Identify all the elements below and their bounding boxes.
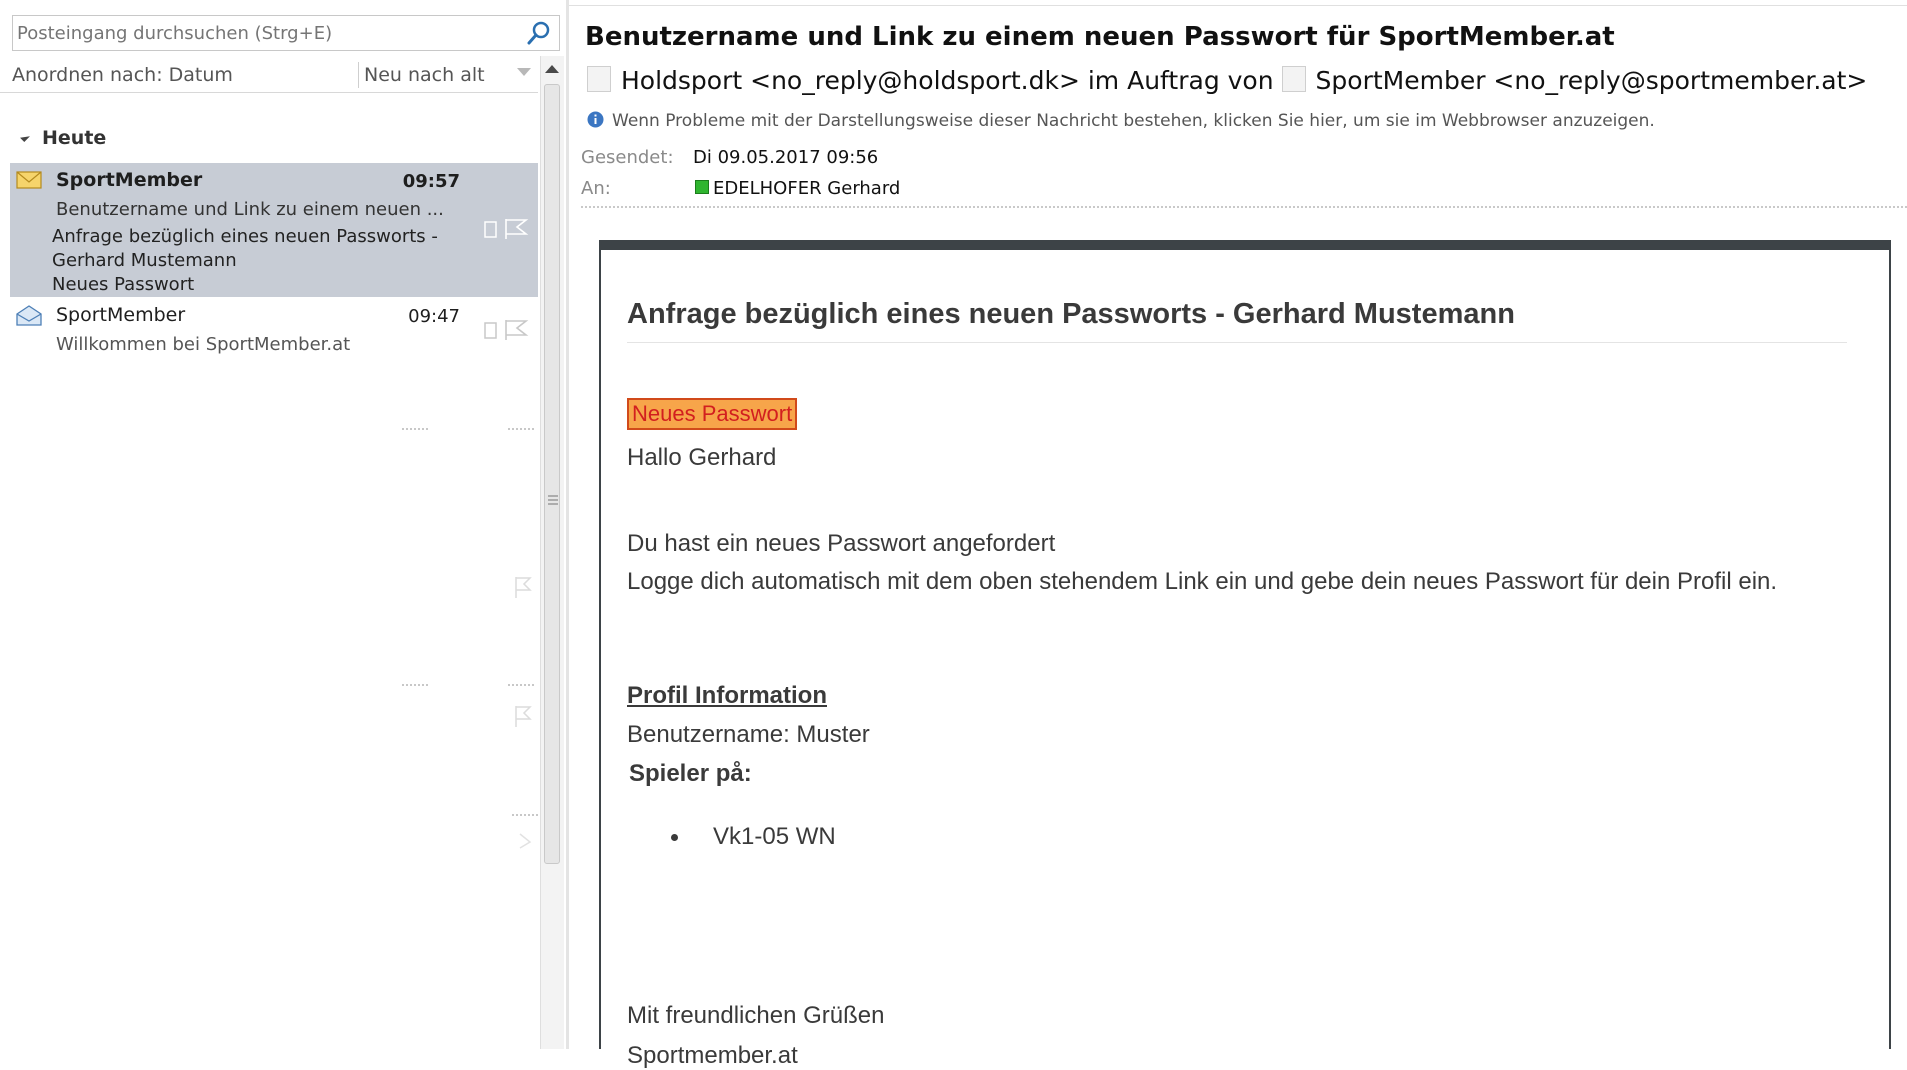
new-password-button[interactable]: Neues Passwort <box>627 398 798 430</box>
search-box[interactable] <box>12 15 560 51</box>
recipient[interactable]: EDELHOFER Gerhard <box>695 178 900 199</box>
mail-sender: SportMember <box>56 304 186 326</box>
mail-subject: Willkommen bei SportMember.at <box>56 334 351 355</box>
mail-time: 09:57 <box>402 171 460 192</box>
mail-title: Benutzername und Link zu einem neuen Pas… <box>585 22 1615 52</box>
flag-icon <box>515 706 532 727</box>
ghost-separator <box>402 684 428 688</box>
collapse-arrow-icon[interactable] <box>20 131 30 142</box>
mail-preview: Anfrage bezüglich eines neuen Passworts … <box>52 225 492 297</box>
scroll-up-arrow-icon[interactable] <box>541 58 563 80</box>
mail-subject: Benutzername und Link zu einem neuen ... <box>56 199 444 220</box>
contact-picture-icon[interactable] <box>1281 66 1306 92</box>
flag-icon <box>515 577 532 598</box>
ghost-separator <box>402 428 428 432</box>
header-separator <box>581 206 1907 208</box>
presence-icon <box>695 180 709 194</box>
search-icon[interactable] <box>525 19 553 47</box>
on-behalf-text: im Auftrag von <box>1087 66 1274 95</box>
message-body: Anfrage bezüglich eines neuen Passworts … <box>599 240 1891 1069</box>
heading-rule <box>627 342 1847 343</box>
flag-icon <box>519 833 532 849</box>
sort-bar: Anordnen nach: Datum Neu nach alt <box>0 56 538 93</box>
mail-preview-line: Anfrage bezüglich eines neuen Passworts … <box>52 226 438 247</box>
body-line: Logge dich automatisch mit dem oben steh… <box>627 568 1778 595</box>
body-line: Du hast ein neues Passwort angefordert <box>627 530 1056 557</box>
sort-by-button[interactable]: Anordnen nach: Datum <box>12 64 233 86</box>
read-envelope-icon <box>16 305 42 326</box>
signature: Sportmember.at <box>627 1042 798 1069</box>
mail-list-scrollbar[interactable] <box>540 56 564 1049</box>
team-list-item: Vk1-05 WN <box>713 823 836 850</box>
profile-info-heading: Profil Information <box>627 682 827 709</box>
sender-address[interactable]: Holdsport <no_reply@holdsport.dk> <box>621 66 1080 95</box>
mail-preview-line: Neues Passwort <box>52 274 195 295</box>
sent-value: Di 09.05.2017 09:56 <box>693 147 879 168</box>
greeting: Hallo Gerhard <box>627 444 777 471</box>
info-bar-text: Wenn Probleme mit der Darstellungsweise … <box>612 111 1655 131</box>
player-label: Spieler på: <box>629 760 752 787</box>
mail-time: 09:47 <box>408 306 460 327</box>
mail-sender: SportMember <box>56 169 203 191</box>
reading-pane: Benutzername und Link zu einem neuen Pas… <box>569 0 1907 1069</box>
message-heading: Anfrage bezüglich eines neuen Passworts … <box>627 298 1515 330</box>
unread-envelope-icon <box>16 171 42 189</box>
scroll-thumb[interactable] <box>544 84 560 864</box>
bullet-icon <box>671 834 678 841</box>
top-border <box>569 5 1907 6</box>
ghost-separator <box>512 814 538 818</box>
closing-line: Mit freundlichen Grüßen <box>627 1002 885 1029</box>
sort-divider <box>358 62 359 88</box>
group-label: Heute <box>42 127 107 149</box>
chevron-down-icon[interactable] <box>516 66 532 78</box>
recipient-name: EDELHOFER Gerhard <box>713 178 901 199</box>
ghost-separator <box>508 428 534 432</box>
from-address[interactable]: SportMember <no_reply@sportmember.at> <box>1316 66 1868 95</box>
username-line: Benutzername: Muster <box>627 721 870 748</box>
category-flag-icon[interactable] <box>482 314 532 344</box>
sent-label: Gesendet: <box>581 147 674 168</box>
contact-picture-icon[interactable] <box>587 66 611 92</box>
to-label: An: <box>581 178 611 199</box>
info-icon <box>587 111 604 127</box>
category-flag-icon[interactable] <box>482 213 532 243</box>
ghost-separator <box>508 684 534 688</box>
sort-order-button[interactable]: Neu nach alt <box>364 64 485 86</box>
mail-preview-line: Gerhard Mustemann <box>52 250 237 271</box>
group-header-today[interactable]: Heute <box>20 127 107 149</box>
mail-list-pane: Anordnen nach: Datum Neu nach alt Heute … <box>0 0 566 1049</box>
from-line: Holdsport <no_reply@holdsport.dk> im Auf… <box>587 66 1867 95</box>
mail-list-item[interactable]: SportMember 09:47 Willkommen bei SportMe… <box>10 298 538 362</box>
info-bar[interactable]: Wenn Probleme mit der Darstellungsweise … <box>587 111 1655 131</box>
grip-icon <box>548 495 558 505</box>
mail-list-item[interactable]: SportMember 09:57 Benutzername und Link … <box>10 163 538 297</box>
search-input[interactable] <box>13 16 521 50</box>
